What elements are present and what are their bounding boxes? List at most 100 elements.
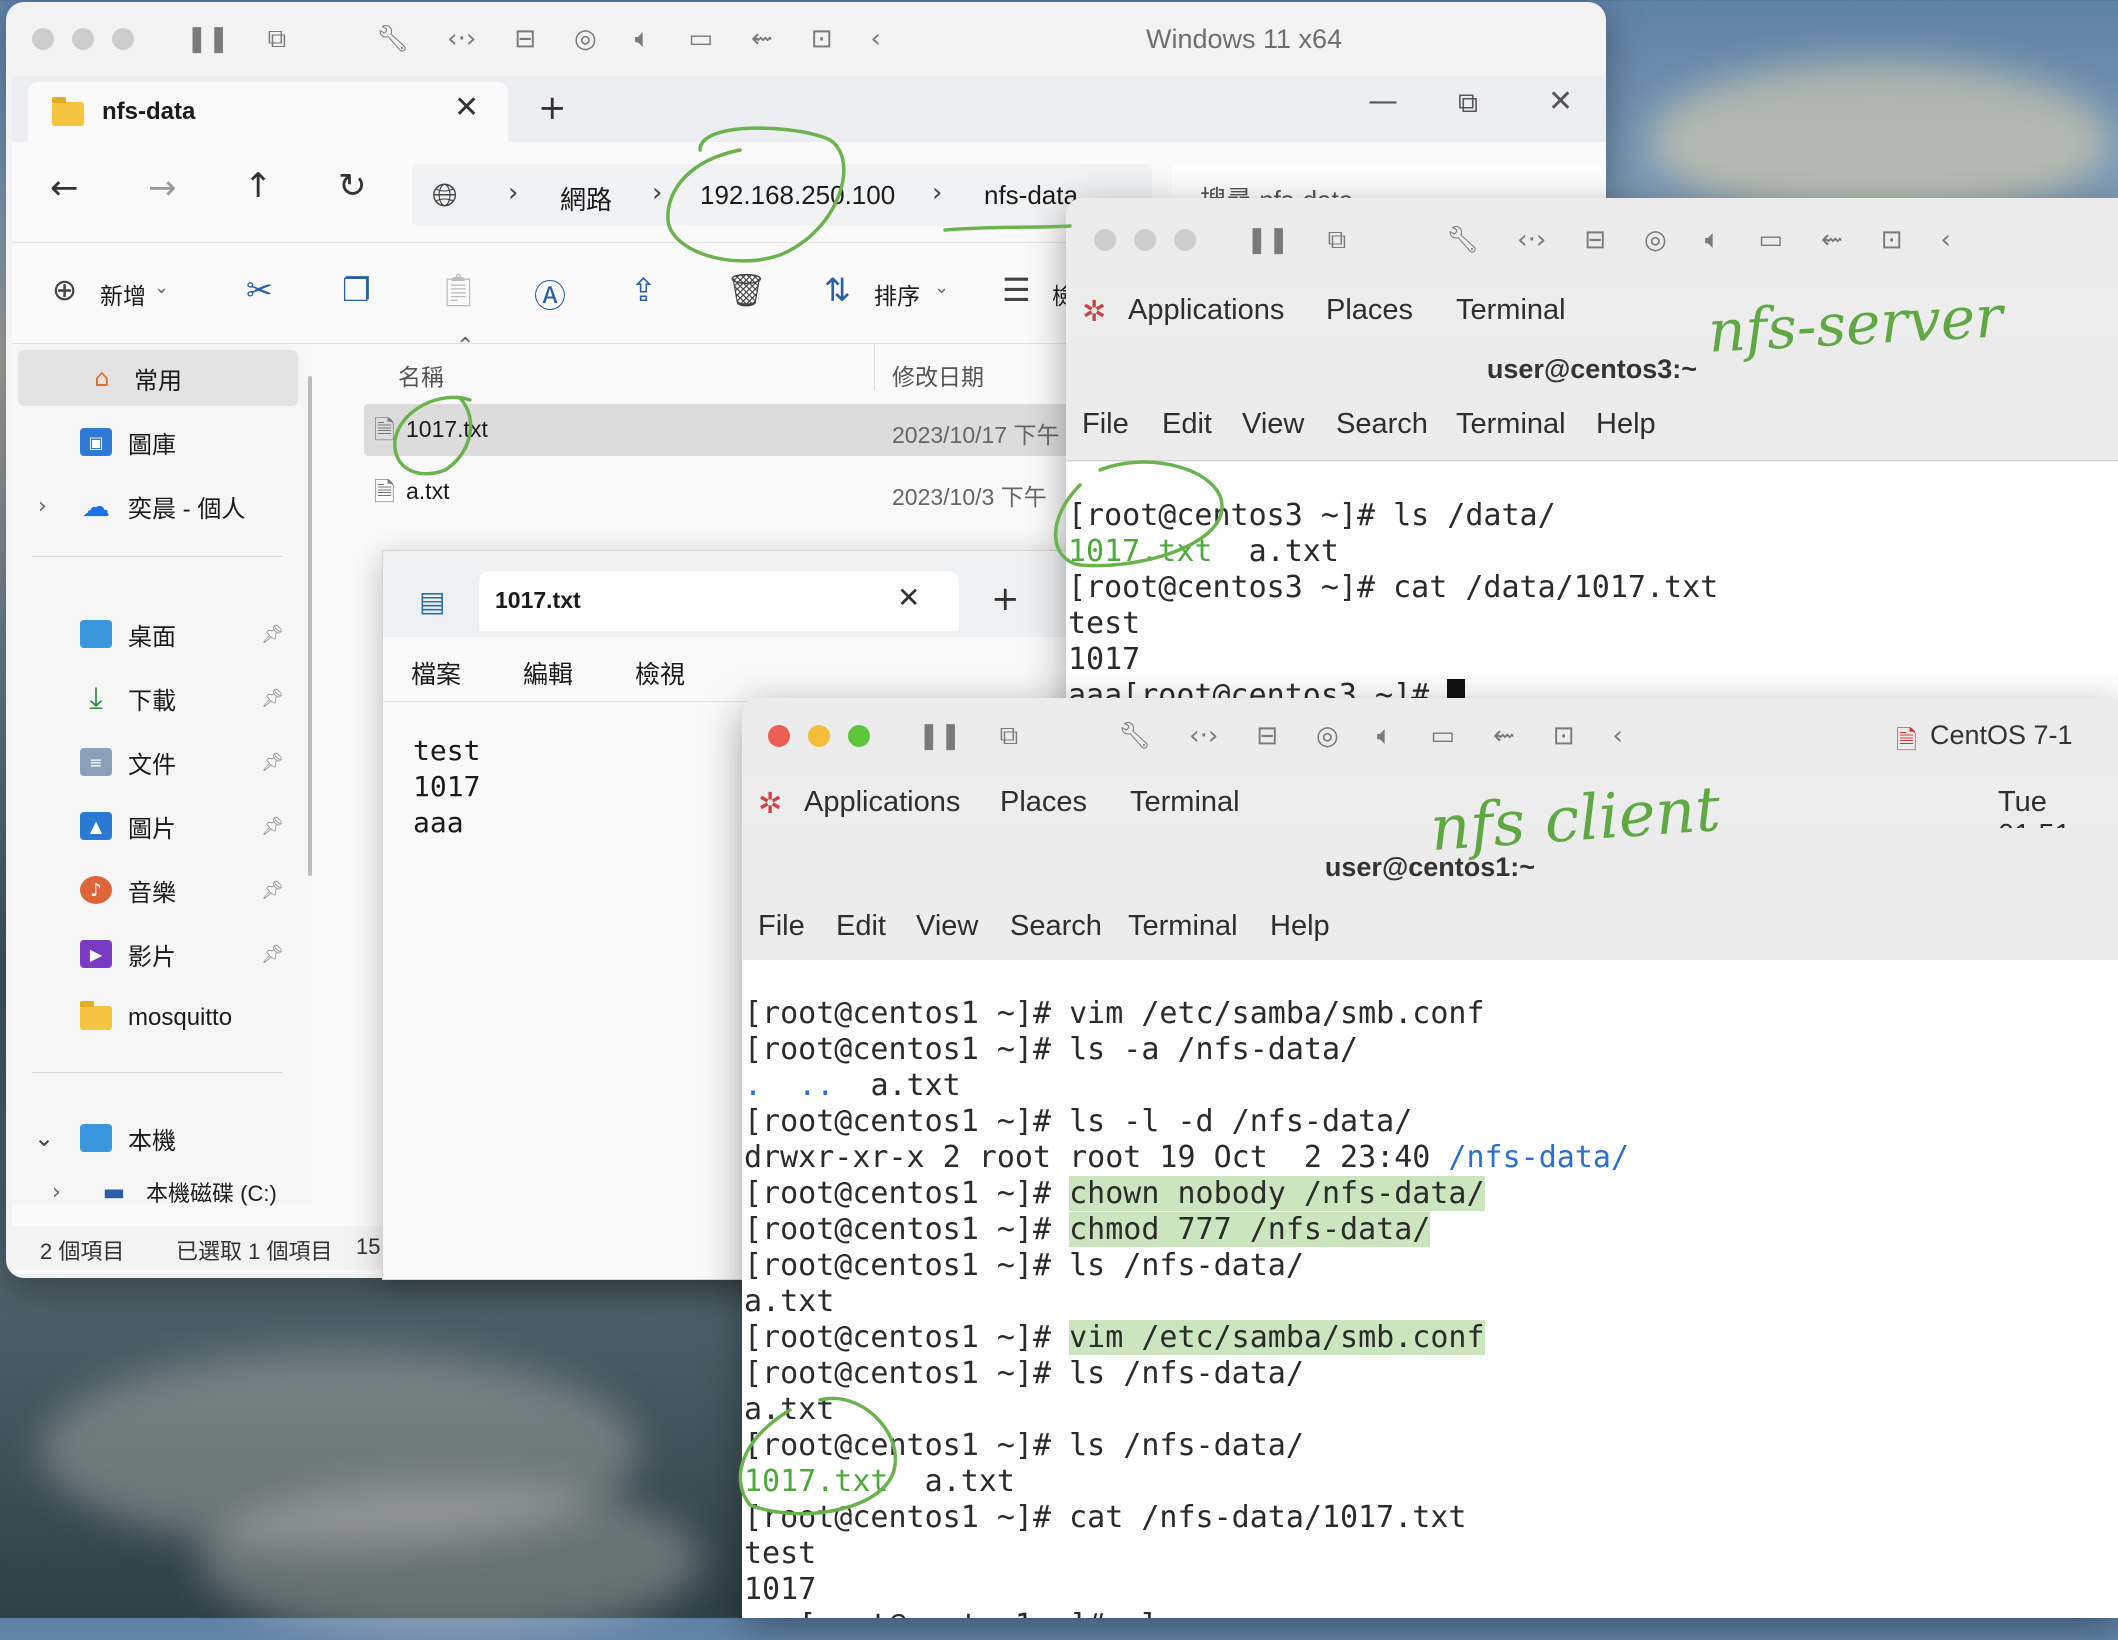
video-icon[interactable]: ▭ [688, 24, 713, 54]
tab-1017-txt[interactable]: 1017.txt ✕ [479, 571, 959, 631]
menu-help[interactable]: Help [1596, 408, 1656, 441]
disk-icon[interactable]: ⊟ [514, 24, 536, 54]
zoom-dot[interactable] [848, 725, 870, 747]
breadcrumb-folder[interactable]: nfs-data [984, 180, 1078, 211]
close-dot[interactable] [1094, 229, 1116, 251]
sidebar-item-gallery[interactable]: ▣ 圖庫 [12, 414, 292, 470]
speaker-icon[interactable]: 🔈︎ [1705, 225, 1721, 256]
minimize-dot[interactable] [72, 28, 94, 50]
sidebar-item-this-pc[interactable]: ⌄ 本機 [12, 1110, 292, 1166]
network-icon[interactable]: ‹·› [1189, 721, 1218, 751]
menu-applications[interactable]: Applications [1128, 294, 1284, 327]
pin-icon[interactable]: 📌︎ [261, 944, 284, 965]
terminal-output[interactable]: [root@centos3 ~]# ls /data/1017.txt a.tx… [1066, 462, 2118, 718]
chevron-right-icon[interactable]: › [52, 1180, 61, 1205]
zoom-dot[interactable] [1174, 229, 1196, 251]
share-icon[interactable]: ⇪ [630, 271, 657, 309]
zoom-dot[interactable] [112, 28, 134, 50]
paste-icon[interactable]: 📋︎ [438, 271, 479, 309]
menu-file[interactable]: File [758, 910, 805, 943]
shared-folder-icon[interactable]: ⊡ [1553, 721, 1575, 751]
chevron-right-icon[interactable]: › [38, 494, 47, 519]
delete-icon[interactable]: 🗑︎ [726, 271, 767, 309]
snapshot-icon[interactable]: ⧉ [1000, 721, 1019, 752]
refresh-icon[interactable]: ↻ [338, 166, 367, 206]
minimize-dot[interactable] [1134, 229, 1156, 251]
network-icon[interactable]: ‹·› [1517, 225, 1546, 255]
chevron-down-icon[interactable]: ⌄ [34, 1124, 54, 1152]
pin-icon[interactable]: 📌︎ [261, 624, 284, 645]
copy-icon[interactable]: ❐ [342, 271, 371, 309]
back-icon[interactable]: ← [50, 168, 79, 208]
menu-edit[interactable]: 編輯 [523, 655, 573, 691]
minimize-dot[interactable] [808, 725, 830, 747]
minimize-icon[interactable]: — [1368, 84, 1398, 119]
camera-icon[interactable]: ◎ [1644, 225, 1667, 255]
column-header-date[interactable]: 修改日期 [892, 358, 984, 392]
column-header-name[interactable]: 名稱 [398, 358, 444, 392]
menu-terminal[interactable]: Terminal [1130, 786, 1240, 819]
menu-applications[interactable]: Applications [804, 786, 960, 819]
sidebar-item-home[interactable]: ⌂ 常用 [18, 350, 298, 406]
menu-search[interactable]: Search [1010, 910, 1102, 943]
snapshot-icon[interactable]: ⧉ [268, 24, 287, 55]
sidebar-item-documents[interactable]: ≡ 文件 📌︎ [12, 734, 292, 790]
sidebar-item-mosquitto[interactable]: mosquitto [12, 990, 292, 1046]
breadcrumb-ip[interactable]: 192.168.250.100 [700, 180, 895, 211]
menu-view[interactable]: 檢視 [635, 655, 685, 691]
back-arrow-icon[interactable]: ‹ [871, 24, 881, 54]
back-arrow-icon[interactable]: ‹ [1613, 721, 1623, 751]
wrench-icon[interactable]: 🔧︎ [1446, 225, 1479, 255]
usb-icon[interactable]: ⇜ [1821, 225, 1843, 255]
pause-icon[interactable]: ❚❚ [918, 721, 962, 751]
pause-icon[interactable]: ❚❚ [1246, 225, 1290, 255]
speaker-icon[interactable]: 🔈︎ [635, 24, 651, 55]
menu-edit[interactable]: Edit [1162, 408, 1212, 441]
wrench-icon[interactable]: 🔧︎ [1118, 721, 1151, 751]
sidebar-item-videos[interactable]: ▶ 影片 📌︎ [12, 926, 292, 982]
close-dot[interactable] [32, 28, 54, 50]
sidebar-item-drive-c[interactable]: › ▬ 本機磁碟 (C:) [12, 1164, 292, 1220]
menu-search[interactable]: Search [1336, 408, 1428, 441]
network-icon[interactable]: ‹·› [447, 24, 476, 54]
sidebar-item-downloads[interactable]: ⤓ 下載 📌︎ [12, 670, 292, 726]
sidebar-item-music[interactable]: ♪ 音樂 📌︎ [12, 862, 292, 918]
menu-edit[interactable]: Edit [836, 910, 886, 943]
close-tab-icon[interactable]: ✕ [454, 90, 479, 125]
menu-view[interactable]: View [1242, 408, 1304, 441]
video-icon[interactable]: ▭ [1430, 721, 1455, 751]
cut-icon[interactable]: ✂ [246, 271, 273, 309]
tab-nfs-data[interactable]: nfs-data ✕ [28, 82, 508, 142]
menu-file[interactable]: File [1082, 408, 1129, 441]
new-tab-button[interactable]: + [538, 88, 567, 128]
snapshot-icon[interactable]: ⧉ [1328, 225, 1347, 256]
camera-icon[interactable]: ◎ [574, 24, 597, 54]
terminal-output[interactable]: [root@centos1 ~]# vim /etc/samba/smb.con… [742, 960, 2118, 1618]
camera-icon[interactable]: ◎ [1316, 721, 1339, 751]
menu-places[interactable]: Places [1000, 786, 1087, 819]
menu-terminal[interactable]: Terminal [1456, 294, 1566, 327]
menu-file[interactable]: 檔案 [411, 655, 461, 691]
sidebar-scrollbar[interactable] [308, 376, 312, 876]
close-dot[interactable] [768, 725, 790, 747]
pin-icon[interactable]: 📌︎ [261, 688, 284, 709]
wrench-icon[interactable]: 🔧︎ [376, 24, 409, 54]
sort-button[interactable]: 排序 [874, 277, 920, 311]
pin-icon[interactable]: 📌︎ [261, 752, 284, 773]
notepad-editor[interactable]: test 1017 aaa [413, 733, 480, 841]
back-arrow-icon[interactable]: ‹ [1941, 225, 1951, 255]
sidebar-item-desktop[interactable]: 桌面 📌︎ [12, 606, 292, 662]
speaker-icon[interactable]: 🔈︎ [1377, 721, 1393, 752]
new-tab-button[interactable]: + [991, 579, 1020, 619]
sidebar-item-onedrive[interactable]: › ☁ 奕晨 - 個人 [12, 478, 292, 534]
menu-help[interactable]: Help [1270, 910, 1330, 943]
disk-icon[interactable]: ⊟ [1256, 721, 1278, 751]
close-window-icon[interactable]: ✕ [1548, 84, 1573, 119]
shared-folder-icon[interactable]: ⊡ [1881, 225, 1903, 255]
usb-icon[interactable]: ⇜ [751, 24, 773, 54]
menu-view[interactable]: View [916, 910, 978, 943]
maximize-icon[interactable]: ⧉ [1458, 86, 1478, 120]
breadcrumb-network[interactable]: 網路 [560, 180, 612, 217]
sidebar-item-pictures[interactable]: ▲ 圖片 📌︎ [12, 798, 292, 854]
close-tab-icon[interactable]: ✕ [897, 581, 920, 614]
